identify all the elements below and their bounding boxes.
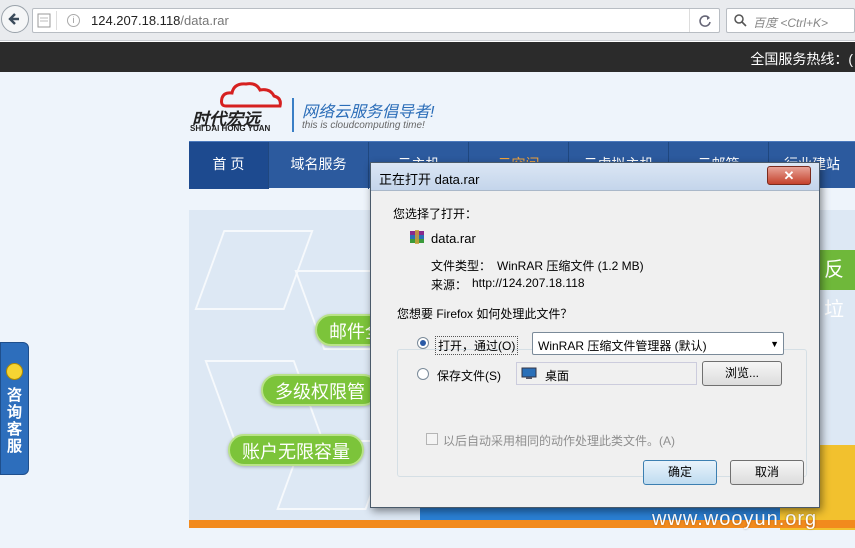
chevron-down-icon: ▼ xyxy=(770,339,779,349)
site-info-icon[interactable]: i xyxy=(67,14,80,27)
open-with-app-select[interactable]: WinRAR 压缩文件管理器 (默认) ▼ xyxy=(532,332,784,355)
banner-green-label: 反垃 xyxy=(820,250,855,321)
url-bar[interactable]: i 124.207.18.118/data.rar xyxy=(32,8,720,33)
dialog-titlebar[interactable]: 正在打开 data.rar ✕ xyxy=(371,163,819,191)
url-path: /data.rar xyxy=(180,13,229,28)
desktop-icon xyxy=(521,367,537,379)
file-name: data.rar xyxy=(431,231,476,246)
feature-pill-capacity: 账户无限容量 xyxy=(228,434,364,466)
search-bar[interactable]: 百度 <Ctrl+K> xyxy=(726,8,855,33)
save-path-value: 桌面 xyxy=(545,369,570,383)
consult-sidebar[interactable]: 咨询客服 xyxy=(0,342,29,475)
ok-button[interactable]: 确定 xyxy=(643,460,717,485)
browser-toolbar: i 124.207.18.118/data.rar 百度 <Ctrl+K> xyxy=(0,0,855,41)
consult-label: 咨询客服 xyxy=(7,387,23,455)
file-type-value: WinRAR 压缩文件 (1.2 MB) xyxy=(497,259,644,273)
back-arrow-icon xyxy=(8,13,19,25)
save-file-radio[interactable] xyxy=(417,368,429,380)
slogan-english: this is cloudcomputing time! xyxy=(302,120,425,131)
save-file-label[interactable]: 保存文件(S) xyxy=(437,367,501,384)
open-with-label[interactable]: 打开，通过(O) xyxy=(435,336,519,355)
auto-action-label: 以后自动采用相同的动作处理此类文件。(A) xyxy=(443,434,675,448)
dialog-title: 正在打开 data.rar xyxy=(379,172,480,187)
search-icon xyxy=(734,14,747,27)
nav-item-domain[interactable]: 域名服务 xyxy=(269,142,369,189)
hotline-text: 全国服务热线：( xyxy=(750,51,853,67)
logo-divider xyxy=(292,98,294,132)
back-button[interactable] xyxy=(1,5,29,33)
source-value: http://124.207.18.118 xyxy=(472,276,585,290)
search-placeholder: 百度 <Ctrl+K> xyxy=(753,16,829,30)
logo-english-name: SHI DAI HONG YUAN xyxy=(190,124,271,133)
url-text[interactable]: 124.207.18.118/data.rar xyxy=(91,13,229,28)
slogan-chinese: 网络云服务倡导者! xyxy=(302,104,435,121)
reload-button[interactable] xyxy=(689,9,719,32)
url-host: 124.207.18.118 xyxy=(91,13,181,28)
handling-question: 您想要 Firefox 如何处理此文件？ xyxy=(397,307,573,321)
save-path-field: 桌面 xyxy=(516,362,697,385)
site-logo[interactable]: 时代宏远 SHI DAI HONG YUAN 网络云服务倡导者! this is… xyxy=(190,80,460,135)
winrar-file-icon xyxy=(410,230,424,244)
nav-item-home[interactable]: 首 页 xyxy=(189,142,269,189)
open-file-dialog: 正在打开 data.rar ✕ 您选择了打开： data.rar 文件类型： W… xyxy=(370,162,820,508)
you-chose-label: 您选择了打开： xyxy=(393,207,478,221)
dialog-body: 您选择了打开： data.rar 文件类型： WinRAR 压缩文件 (1.2 … xyxy=(379,193,811,501)
reload-icon xyxy=(698,14,711,27)
cancel-button[interactable]: 取消 xyxy=(730,460,804,485)
url-separator xyxy=(56,11,57,30)
site-top-bar: 全国服务热线：( xyxy=(0,42,855,72)
page-icon xyxy=(37,13,51,28)
smiley-icon xyxy=(6,363,23,380)
open-with-app-value: WinRAR 压缩文件管理器 (默认) xyxy=(538,339,707,353)
close-button[interactable]: ✕ xyxy=(767,166,811,185)
browse-button[interactable]: 浏览... xyxy=(702,361,782,386)
watermark-text: www.wooyun.org xyxy=(652,508,818,530)
source-label: 来源： xyxy=(431,278,468,292)
open-with-radio[interactable] xyxy=(417,337,429,349)
file-type-label: 文件类型： xyxy=(431,259,492,273)
feature-pill-permissions: 多级权限管 xyxy=(261,374,379,406)
auto-action-checkbox[interactable] xyxy=(426,433,438,445)
